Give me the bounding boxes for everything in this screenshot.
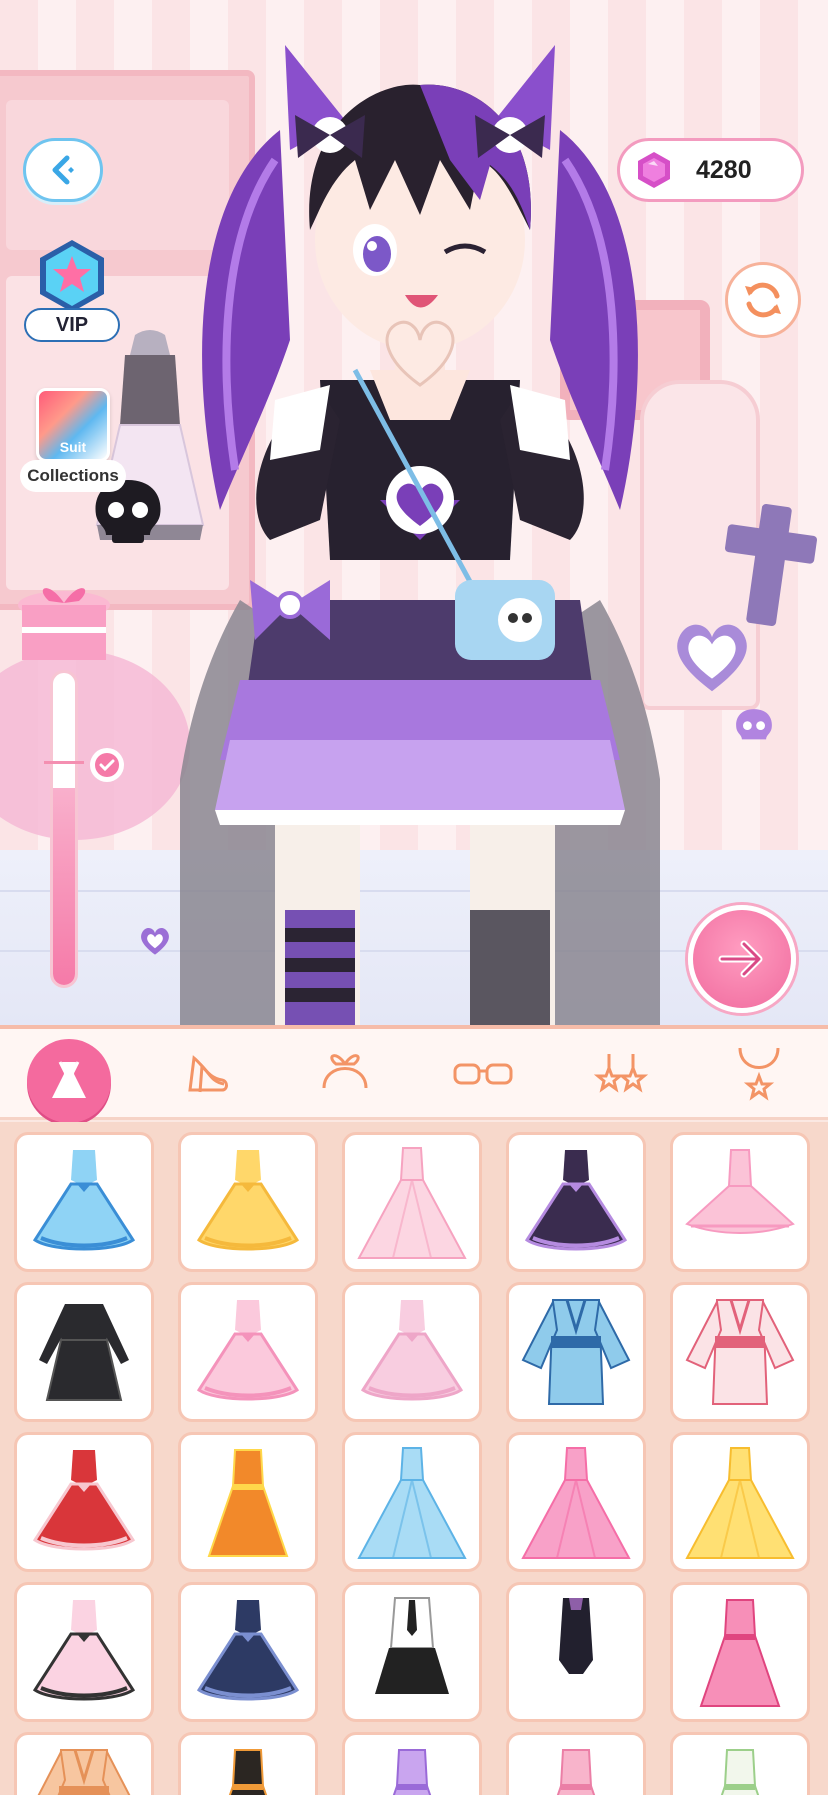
tab-glasses[interactable] — [414, 1026, 552, 1121]
yellow-ball-gown-icon — [685, 1447, 795, 1559]
outfit-item-school-uniform[interactable] — [342, 1582, 482, 1722]
back-button[interactable] — [23, 138, 103, 202]
orange-dress-icon — [207, 1449, 289, 1557]
outfit-item-red-christmas-dress[interactable] — [14, 1432, 154, 1572]
outfit-item-yellow-jacket-dress[interactable] — [178, 1132, 318, 1272]
peach-kimono-icon — [37, 1748, 131, 1795]
check-icon — [95, 753, 119, 777]
black-bodysuit-icon — [559, 1598, 593, 1674]
outfit-item-black-orange-top[interactable] — [178, 1732, 318, 1795]
pink-train-dress-icon — [357, 1147, 467, 1259]
anime-girl-character — [180, 45, 660, 1025]
collections-label[interactable]: Collections — [20, 460, 126, 492]
outfit-item-green-white-dress[interactable] — [670, 1732, 810, 1795]
suit-label: Suit — [59, 439, 87, 455]
outfit-item-pink-cheongsam[interactable] — [670, 1582, 810, 1722]
vip-button[interactable]: VIP — [24, 238, 120, 348]
outfit-item-black-bodysuit[interactable] — [506, 1582, 646, 1722]
suit-collections-button[interactable]: Suit — [36, 388, 110, 462]
outfit-item-pink-ruffle-dress[interactable] — [178, 1282, 318, 1422]
outfit-item-yellow-ball-gown[interactable] — [670, 1432, 810, 1572]
currency-amount: 4280 — [696, 155, 752, 184]
gift-box-icon[interactable] — [14, 575, 114, 670]
outfit-item-orange-dress[interactable] — [178, 1432, 318, 1572]
outfit-item-floral-kimono[interactable] — [670, 1282, 810, 1422]
pink-ruffle-dress-icon — [196, 1300, 300, 1401]
blue-ball-gown-icon — [357, 1447, 467, 1559]
pink-cheongsam-icon — [699, 1599, 781, 1707]
pink-maid-dress-icon — [32, 1600, 136, 1701]
outfit-item-pink-ball-gown[interactable] — [506, 1432, 646, 1572]
headband-icon — [322, 1054, 368, 1089]
heart-decoration — [677, 624, 747, 692]
vip-star-badge-icon — [40, 240, 104, 312]
small-skull-decoration — [736, 709, 772, 740]
lavender-dress-icon — [392, 1749, 432, 1795]
green-white-dress-icon — [720, 1749, 760, 1795]
gem-icon — [638, 152, 670, 188]
outfit-item-navy-gothic-dress[interactable] — [178, 1582, 318, 1722]
small-heart-decoration — [141, 928, 169, 955]
refresh-icon — [745, 282, 781, 318]
outfit-item-pink-maid-dress[interactable] — [14, 1582, 154, 1722]
glasses-icon — [453, 1063, 513, 1085]
outfit-item-peach-kimono[interactable] — [14, 1732, 154, 1795]
tab-dress[interactable] — [0, 1026, 138, 1123]
progress-meter — [50, 670, 78, 988]
pink-cushion-background — [0, 650, 190, 840]
necklace-icon — [738, 1047, 780, 1101]
milestone-check[interactable] — [90, 748, 124, 782]
outfit-item-pink-tutu-dress[interactable] — [670, 1132, 810, 1272]
back-arrow-icon — [52, 155, 74, 185]
category-tab-bar — [0, 1025, 828, 1123]
pink-tutu-dress-icon — [685, 1149, 795, 1234]
school-uniform-icon — [375, 1597, 449, 1694]
pink-frill-dress-icon — [556, 1749, 596, 1795]
black-long-sleeve-dress-icon — [39, 1304, 129, 1401]
reset-outfit-button[interactable] — [725, 262, 801, 338]
progress-meter-marker — [44, 761, 84, 764]
outfit-item-black-long-sleeve-dress[interactable] — [14, 1282, 154, 1422]
blue-kimono-icon — [521, 1298, 631, 1405]
outfit-item-blue-ball-gown[interactable] — [342, 1432, 482, 1572]
outfit-item-blue-kimono[interactable] — [506, 1282, 646, 1422]
currency-display[interactable]: 4280 — [617, 138, 804, 202]
outfit-item-purple-gothic-dress[interactable] — [506, 1132, 646, 1272]
right-arrow-icon — [718, 940, 763, 978]
next-button[interactable] — [688, 905, 796, 1013]
yellow-jacket-dress-icon — [196, 1150, 300, 1251]
outfit-item-blue-bow-dress[interactable] — [14, 1132, 154, 1272]
purple-gothic-dress-icon — [524, 1150, 628, 1251]
dress-icon — [52, 1061, 86, 1098]
pink-puff-dress-icon — [360, 1300, 464, 1401]
outfit-item-pink-train-dress[interactable] — [342, 1132, 482, 1272]
navy-gothic-dress-icon — [196, 1600, 300, 1701]
pink-ball-gown-icon — [521, 1447, 631, 1559]
outfit-item-pink-puff-dress[interactable] — [342, 1282, 482, 1422]
outfit-grid — [0, 1122, 828, 1795]
progress-meter-fill — [53, 788, 75, 985]
red-christmas-dress-icon — [32, 1450, 136, 1551]
outfit-item-pink-frill-dress[interactable] — [506, 1732, 646, 1795]
tab-necklace[interactable] — [690, 1026, 828, 1121]
outfit-item-lavender-dress[interactable] — [342, 1732, 482, 1795]
tab-shoes[interactable] — [138, 1026, 276, 1121]
tab-headband[interactable] — [276, 1026, 414, 1121]
shoes-icon — [188, 1055, 228, 1093]
earrings-icon — [594, 1054, 648, 1093]
vip-label: VIP — [24, 308, 120, 342]
black-orange-top-icon — [228, 1749, 268, 1795]
floral-kimono-icon — [685, 1298, 795, 1405]
tab-earrings[interactable] — [552, 1026, 690, 1121]
blue-bow-dress-icon — [32, 1150, 136, 1251]
